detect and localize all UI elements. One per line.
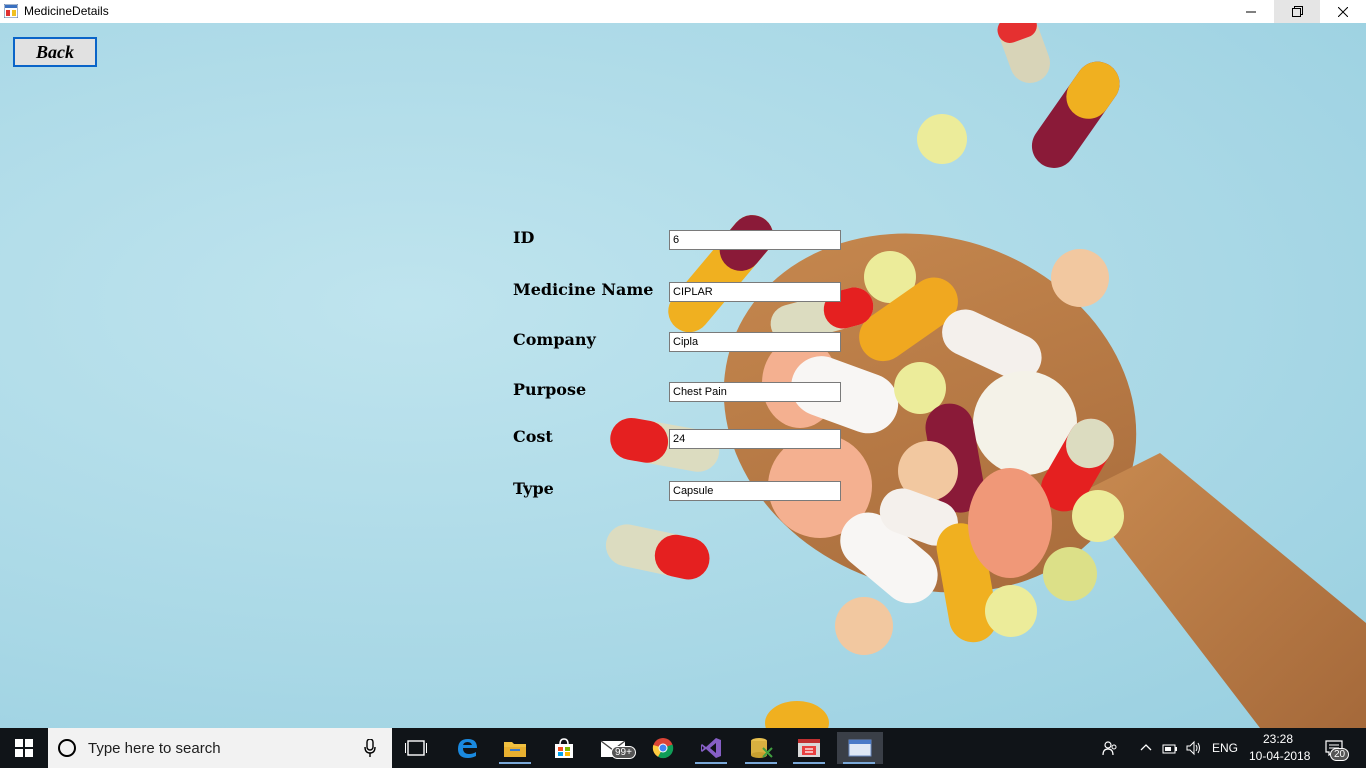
mail-badge: 99+ <box>611 746 636 759</box>
edge-button[interactable] <box>447 732 487 764</box>
minimize-icon <box>1246 11 1256 12</box>
task-view-icon <box>405 740 427 756</box>
active-indicator <box>499 762 531 764</box>
company-label: Company <box>513 330 596 349</box>
task-view-button[interactable] <box>396 732 436 764</box>
folder-icon <box>504 742 526 757</box>
language-indicator[interactable]: ENG <box>1212 741 1238 755</box>
close-icon <box>1338 6 1348 17</box>
search-box[interactable]: Type here to search <box>48 728 392 768</box>
edge-icon <box>458 739 477 758</box>
people-icon[interactable] <box>1102 740 1118 756</box>
active-indicator <box>745 762 777 764</box>
restore-button[interactable] <box>1274 0 1320 23</box>
chrome-button[interactable] <box>643 732 683 764</box>
sql-server-icon <box>798 739 820 757</box>
type-label: Type <box>513 479 554 498</box>
title-bar: MedicineDetails <box>0 0 1366 23</box>
store-icon <box>555 738 573 758</box>
chevron-up-icon[interactable] <box>1140 743 1152 751</box>
app-window-icon <box>848 739 872 757</box>
database-tool-button[interactable] <box>741 732 781 764</box>
notification-badge: 20 <box>1330 748 1350 761</box>
company-field[interactable]: Cipla <box>669 332 841 352</box>
medicine-app-button[interactable] <box>837 732 883 764</box>
file-explorer-button[interactable] <box>495 732 535 764</box>
window-title: MedicineDetails <box>24 4 109 18</box>
sql-tool-button[interactable] <box>789 732 829 764</box>
app-icon <box>4 4 18 18</box>
windows-icon <box>15 739 33 757</box>
restore-icon <box>1291 6 1303 17</box>
store-button[interactable] <box>544 732 584 764</box>
medicine-name-label: Medicine Name <box>513 280 654 299</box>
active-indicator <box>793 762 825 764</box>
search-placeholder: Type here to search <box>88 740 221 757</box>
id-label: ID <box>513 228 535 247</box>
visual-studio-icon <box>701 738 721 758</box>
taskbar: Type here to search 99+ ENG 23:28 10-04-… <box>0 728 1366 768</box>
active-indicator <box>843 762 875 764</box>
cortana-icon <box>58 739 76 757</box>
microphone-icon[interactable] <box>364 739 376 757</box>
minimize-button[interactable] <box>1228 0 1274 23</box>
id-field[interactable]: 6 <box>669 230 841 250</box>
purpose-label: Purpose <box>513 380 587 399</box>
start-button[interactable] <box>0 728 48 768</box>
battery-network-icon[interactable] <box>1162 741 1180 755</box>
close-button[interactable] <box>1320 0 1366 23</box>
clock-date[interactable]: 10-04-2018 <box>1249 749 1310 763</box>
chrome-icon <box>652 738 674 759</box>
volume-icon[interactable] <box>1186 740 1202 756</box>
active-indicator <box>695 762 727 764</box>
pills-background-image <box>605 23 1366 728</box>
client-area: Back ID 6 Medicine Name CIPLAR Company C… <box>0 23 1366 728</box>
mail-button[interactable]: 99+ <box>593 732 636 764</box>
cost-label: Cost <box>513 427 553 446</box>
database-tools-icon <box>751 738 773 758</box>
clock-time[interactable]: 23:28 <box>1263 732 1293 746</box>
visual-studio-button[interactable] <box>691 732 731 764</box>
back-button[interactable]: Back <box>13 37 97 67</box>
cost-field[interactable]: 24 <box>669 429 841 449</box>
purpose-field[interactable]: Chest Pain <box>669 382 841 402</box>
medicine-name-field[interactable]: CIPLAR <box>669 282 841 302</box>
type-field[interactable]: Capsule <box>669 481 841 501</box>
